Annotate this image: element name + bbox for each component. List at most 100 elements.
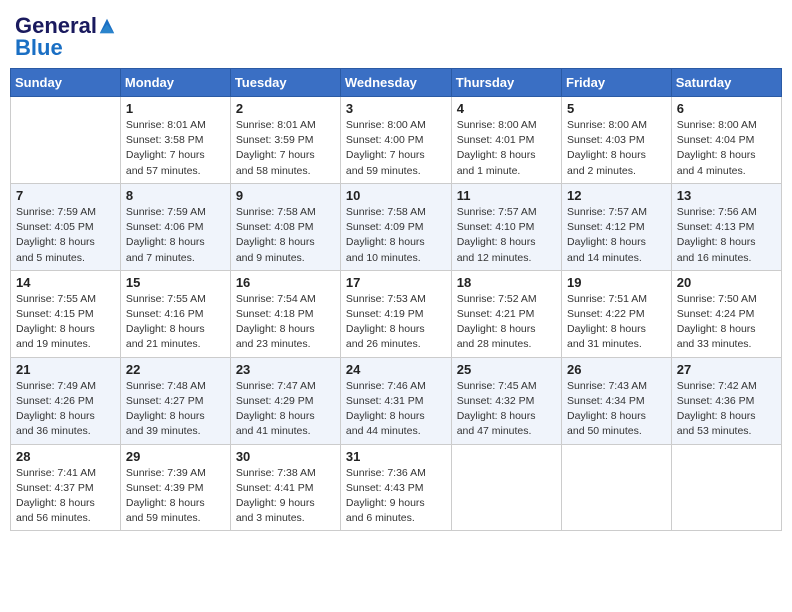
day-number: 21 (16, 362, 115, 377)
day-info: Sunrise: 7:41 AMSunset: 4:37 PMDaylight:… (16, 466, 115, 527)
calendar-cell: 6Sunrise: 8:00 AMSunset: 4:04 PMDaylight… (671, 97, 781, 184)
calendar-cell: 28Sunrise: 7:41 AMSunset: 4:37 PMDayligh… (11, 444, 121, 531)
day-info: Sunrise: 8:00 AMSunset: 4:01 PMDaylight:… (457, 118, 556, 179)
calendar-week-row: 1 Sunrise: 8:01 AMSunset: 3:58 PMDaylight… (11, 97, 782, 184)
column-header-thursday: Thursday (451, 69, 561, 97)
calendar-cell: 27 Sunrise: 7:42 AMSunset: 4:36 PMDayligh… (671, 357, 781, 444)
column-header-friday: Friday (562, 69, 672, 97)
day-info: Sunrise: 7:43 AMSunset: 4:34 PMDaylight:… (567, 379, 666, 440)
day-number: 2 (236, 101, 335, 116)
calendar-cell: 20 Sunrise: 7:50 AMSunset: 4:24 PMDayligh… (671, 270, 781, 357)
day-info: Sunrise: 7:52 AMSunset: 4:21 PMDaylight:… (457, 292, 556, 353)
day-info: Sunrise: 7:39 AMSunset: 4:39 PMDaylight:… (126, 466, 225, 527)
calendar-cell: 1 Sunrise: 8:01 AMSunset: 3:58 PMDaylight… (120, 97, 230, 184)
day-info: Sunrise: 7:49 AMSunset: 4:26 PMDaylight:… (16, 379, 115, 440)
calendar-cell: 16 Sunrise: 7:54 AMSunset: 4:18 PMDayligh… (230, 270, 340, 357)
day-info: Sunrise: 7:51 AMSunset: 4:22 PMDaylight:… (567, 292, 666, 353)
calendar-cell: 22Sunrise: 7:48 AMSunset: 4:27 PMDayligh… (120, 357, 230, 444)
day-info: Sunrise: 7:58 AMSunset: 4:08 PMDaylight:… (236, 205, 335, 266)
day-number: 27 (677, 362, 776, 377)
day-number: 18 (457, 275, 556, 290)
day-number: 1 (126, 101, 225, 116)
day-number: 17 (346, 275, 446, 290)
day-number: 10 (346, 188, 446, 203)
day-info: Sunrise: 7:59 AMSunset: 4:05 PMDaylight:… (16, 205, 115, 266)
column-header-wednesday: Wednesday (340, 69, 451, 97)
day-info: Sunrise: 7:47 AMSunset: 4:29 PMDaylight:… (236, 379, 335, 440)
logo: General Blue (15, 15, 116, 60)
calendar-cell: 23 Sunrise: 7:47 AMSunset: 4:29 PMDayligh… (230, 357, 340, 444)
calendar-cell: 10 Sunrise: 7:58 AMSunset: 4:09 PMDayligh… (340, 183, 451, 270)
day-number: 30 (236, 449, 335, 464)
day-info: Sunrise: 8:00 AMSunset: 4:03 PMDaylight:… (567, 118, 666, 179)
day-info: Sunrise: 7:59 AMSunset: 4:06 PMDaylight:… (126, 205, 225, 266)
logo-text-general: General (15, 15, 97, 37)
calendar-cell: 14Sunrise: 7:55 AMSunset: 4:15 PMDayligh… (11, 270, 121, 357)
day-info: Sunrise: 8:01 AMSunset: 3:58 PMDaylight:… (126, 118, 225, 179)
day-info: Sunrise: 7:57 AMSunset: 4:10 PMDaylight:… (457, 205, 556, 266)
day-number: 23 (236, 362, 335, 377)
day-info: Sunrise: 8:00 AMSunset: 4:00 PMDaylight:… (346, 118, 446, 179)
day-number: 24 (346, 362, 446, 377)
calendar-cell: 12 Sunrise: 7:57 AMSunset: 4:12 PMDayligh… (562, 183, 672, 270)
day-info: Sunrise: 7:46 AMSunset: 4:31 PMDaylight:… (346, 379, 446, 440)
day-number: 16 (236, 275, 335, 290)
day-info: Sunrise: 7:45 AMSunset: 4:32 PMDaylight:… (457, 379, 556, 440)
day-info: Sunrise: 7:57 AMSunset: 4:12 PMDaylight:… (567, 205, 666, 266)
calendar-cell: 8 Sunrise: 7:59 AMSunset: 4:06 PMDaylight… (120, 183, 230, 270)
calendar-header-row: SundayMondayTuesdayWednesdayThursdayFrid… (11, 69, 782, 97)
calendar-cell (562, 444, 672, 531)
calendar-cell: 30Sunrise: 7:38 AMSunset: 4:41 PMDayligh… (230, 444, 340, 531)
calendar-cell: 4Sunrise: 8:00 AMSunset: 4:01 PMDaylight… (451, 97, 561, 184)
day-info: Sunrise: 7:50 AMSunset: 4:24 PMDaylight:… (677, 292, 776, 353)
day-number: 7 (16, 188, 115, 203)
column-header-sunday: Sunday (11, 69, 121, 97)
day-number: 20 (677, 275, 776, 290)
calendar-week-row: 7 Sunrise: 7:59 AMSunset: 4:05 PMDaylight… (11, 183, 782, 270)
day-info: Sunrise: 7:58 AMSunset: 4:09 PMDaylight:… (346, 205, 446, 266)
calendar-week-row: 21 Sunrise: 7:49 AMSunset: 4:26 PMDayligh… (11, 357, 782, 444)
header: General Blue (10, 10, 782, 60)
calendar-cell: 26 Sunrise: 7:43 AMSunset: 4:34 PMDayligh… (562, 357, 672, 444)
calendar-cell: 7 Sunrise: 7:59 AMSunset: 4:05 PMDaylight… (11, 183, 121, 270)
calendar-cell: 11 Sunrise: 7:57 AMSunset: 4:10 PMDayligh… (451, 183, 561, 270)
calendar-cell: 29 Sunrise: 7:39 AMSunset: 4:39 PMDayligh… (120, 444, 230, 531)
day-number: 8 (126, 188, 225, 203)
logo-icon (98, 17, 116, 35)
day-info: Sunrise: 8:01 AMSunset: 3:59 PMDaylight:… (236, 118, 335, 179)
day-number: 31 (346, 449, 446, 464)
day-info: Sunrise: 7:42 AMSunset: 4:36 PMDaylight:… (677, 379, 776, 440)
day-info: Sunrise: 7:48 AMSunset: 4:27 PMDaylight:… (126, 379, 225, 440)
day-number: 14 (16, 275, 115, 290)
calendar-cell (451, 444, 561, 531)
day-number: 26 (567, 362, 666, 377)
calendar-cell: 5 Sunrise: 8:00 AMSunset: 4:03 PMDaylight… (562, 97, 672, 184)
calendar-cell: 17Sunrise: 7:53 AMSunset: 4:19 PMDayligh… (340, 270, 451, 357)
day-number: 19 (567, 275, 666, 290)
calendar: SundayMondayTuesdayWednesdayThursdayFrid… (10, 68, 782, 531)
calendar-cell: 25Sunrise: 7:45 AMSunset: 4:32 PMDayligh… (451, 357, 561, 444)
day-number: 29 (126, 449, 225, 464)
day-number: 11 (457, 188, 556, 203)
calendar-cell: 24 Sunrise: 7:46 AMSunset: 4:31 PMDayligh… (340, 357, 451, 444)
day-number: 13 (677, 188, 776, 203)
column-header-tuesday: Tuesday (230, 69, 340, 97)
day-number: 9 (236, 188, 335, 203)
column-header-monday: Monday (120, 69, 230, 97)
day-number: 5 (567, 101, 666, 116)
calendar-cell: 18 Sunrise: 7:52 AMSunset: 4:21 PMDayligh… (451, 270, 561, 357)
calendar-cell (671, 444, 781, 531)
day-info: Sunrise: 7:54 AMSunset: 4:18 PMDaylight:… (236, 292, 335, 353)
day-number: 15 (126, 275, 225, 290)
day-number: 12 (567, 188, 666, 203)
calendar-cell: 19 Sunrise: 7:51 AMSunset: 4:22 PMDayligh… (562, 270, 672, 357)
calendar-cell: 31Sunrise: 7:36 AMSunset: 4:43 PMDayligh… (340, 444, 451, 531)
day-info: Sunrise: 7:55 AMSunset: 4:16 PMDaylight:… (126, 292, 225, 353)
calendar-week-row: 14Sunrise: 7:55 AMSunset: 4:15 PMDayligh… (11, 270, 782, 357)
calendar-cell: 2 Sunrise: 8:01 AMSunset: 3:59 PMDaylight… (230, 97, 340, 184)
logo-text-blue: Blue (15, 35, 63, 60)
calendar-cell: 21 Sunrise: 7:49 AMSunset: 4:26 PMDayligh… (11, 357, 121, 444)
calendar-cell: 3Sunrise: 8:00 AMSunset: 4:00 PMDaylight… (340, 97, 451, 184)
calendar-cell (11, 97, 121, 184)
calendar-cell: 15 Sunrise: 7:55 AMSunset: 4:16 PMDayligh… (120, 270, 230, 357)
